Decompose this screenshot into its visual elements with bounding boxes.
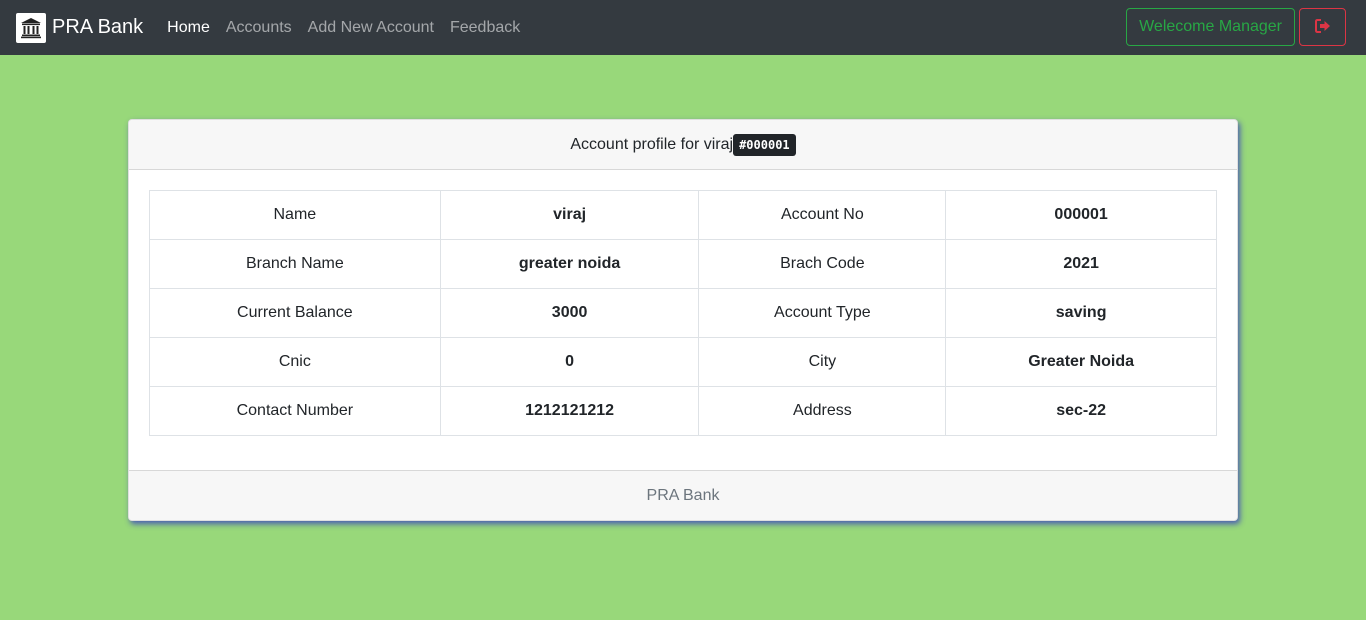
field-value: saving <box>945 288 1217 338</box>
nav-link-home[interactable]: Home <box>159 0 218 55</box>
account-details-table: Name viraj Account No 000001 Branch Name… <box>149 190 1217 436</box>
field-value: greater noida <box>439 239 700 289</box>
field-label: Brach Code <box>698 239 947 289</box>
field-label: City <box>698 337 947 387</box>
brand-name: PRA Bank <box>52 16 144 38</box>
field-label: Account No <box>698 190 947 240</box>
nav-links: Home Accounts Add New Account Feedback <box>159 0 528 55</box>
bank-icon <box>16 12 46 43</box>
field-label: Current Balance <box>149 288 441 338</box>
field-value: Greater Noida <box>945 337 1217 387</box>
account-number-badge: #000001 <box>733 133 796 156</box>
nav-link-accounts[interactable]: Accounts <box>218 0 300 55</box>
account-profile-card: Account profile for viraj #000001 Name v… <box>128 119 1238 521</box>
field-label: Contact Number <box>149 386 441 436</box>
nav-right-actions: Welecome Manager <box>1126 8 1346 46</box>
footer-text: PRA Bank <box>646 486 720 504</box>
field-value: 1212121212 <box>439 386 700 436</box>
welcome-manager-button[interactable]: Welecome Manager <box>1126 8 1295 46</box>
field-value: viraj <box>439 190 700 240</box>
field-label: Branch Name <box>149 239 441 289</box>
table-row: Current Balance 3000 Account Type saving <box>149 288 1217 338</box>
card-footer: PRA Bank <box>129 470 1237 520</box>
card-body: Name viraj Account No 000001 Branch Name… <box>129 170 1237 436</box>
field-value: 2021 <box>945 239 1217 289</box>
sign-out-icon <box>1314 18 1331 36</box>
nav-link-add-new-account[interactable]: Add New Account <box>300 0 442 55</box>
top-navbar: PRA Bank Home Accounts Add New Account F… <box>0 0 1366 55</box>
field-value: 0 <box>439 337 700 387</box>
logout-button[interactable] <box>1299 8 1346 46</box>
table-row: Cnic 0 City Greater Noida <box>149 337 1217 387</box>
card-header: Account profile for viraj #000001 <box>129 120 1237 170</box>
field-label: Name <box>149 190 441 240</box>
nav-link-feedback[interactable]: Feedback <box>442 0 528 55</box>
field-value: sec-22 <box>945 386 1217 436</box>
field-value: 3000 <box>439 288 700 338</box>
field-value: 000001 <box>945 190 1217 240</box>
field-label: Cnic <box>149 337 441 387</box>
profile-header-text: Account profile for viraj <box>570 135 734 153</box>
brand-link[interactable]: PRA Bank <box>16 12 144 43</box>
table-row: Name viraj Account No 000001 <box>149 190 1217 240</box>
table-row: Contact Number 1212121212 Address sec-22 <box>149 386 1217 436</box>
field-label: Address <box>698 386 947 436</box>
field-label: Account Type <box>698 288 947 338</box>
table-row: Branch Name greater noida Brach Code 202… <box>149 239 1217 289</box>
